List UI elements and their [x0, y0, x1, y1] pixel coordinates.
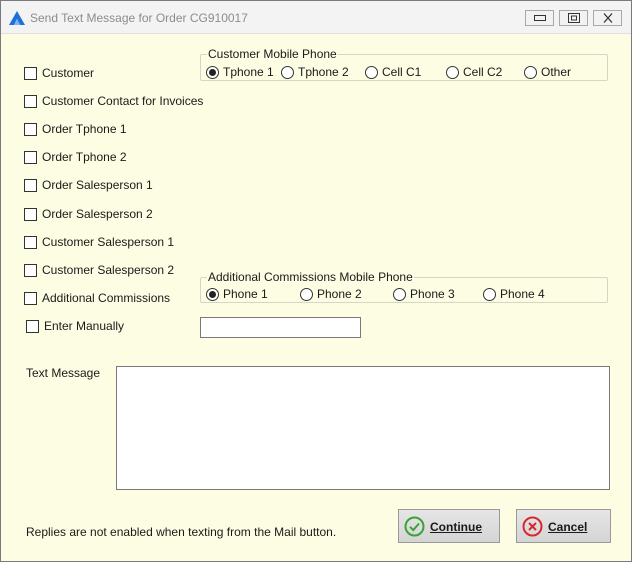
close-window-button[interactable]: [593, 10, 622, 26]
radio-label: Tphone 1: [223, 65, 274, 79]
radio-label: Phone 2: [317, 287, 362, 301]
continue-label: Continue: [430, 520, 482, 534]
restore-button[interactable]: [559, 10, 588, 26]
checkbox-box[interactable]: [24, 207, 37, 221]
radio-button[interactable]: [524, 65, 537, 79]
checkbox-order-tphone-1[interactable]: Order Tphone 1: [24, 121, 127, 137]
checkbox-box[interactable]: [24, 150, 37, 164]
commissions-mobile-phone-group: Additional Commissions Mobile Phone Phon…: [200, 270, 608, 303]
send-text-dialog: Send Text Message for Order CG910017 Cus…: [0, 0, 632, 562]
radio-cell-c2[interactable]: Cell C2: [446, 64, 502, 80]
radio-button[interactable]: [206, 287, 219, 301]
radio-phone-1[interactable]: Phone 1: [206, 286, 268, 302]
radio-phone-4[interactable]: Phone 4: [483, 286, 545, 302]
checkbox-box[interactable]: [24, 235, 37, 249]
checkbox-box[interactable]: [24, 291, 37, 305]
window-title: Send Text Message for Order CG910017: [30, 11, 248, 25]
checkbox-order-salesperson-2[interactable]: Order Salesperson 2: [24, 206, 153, 222]
cancel-label: Cancel: [548, 520, 588, 534]
title-bar[interactable]: Send Text Message for Order CG910017: [1, 1, 631, 34]
manual-phone-input[interactable]: [200, 317, 361, 338]
radio-button[interactable]: [281, 65, 294, 79]
check-circle-icon: [404, 516, 425, 537]
radio-label: Phone 3: [410, 287, 455, 301]
checkbox-label: Customer Contact for Invoices: [42, 94, 204, 108]
radio-label: Tphone 2: [298, 65, 349, 79]
continue-button[interactable]: Continue: [398, 509, 500, 543]
radio-button[interactable]: [393, 287, 406, 301]
radio-label: Cell C2: [463, 65, 503, 79]
radio-other[interactable]: Other: [524, 64, 571, 80]
checkbox-label: Order Salesperson 1: [42, 178, 153, 192]
checkbox-label: Enter Manually: [44, 319, 125, 333]
checkbox-customer-contact-invoices[interactable]: Customer Contact for Invoices: [24, 93, 203, 109]
radio-label: Other: [541, 65, 572, 79]
group-legend: Additional Commissions Mobile Phone: [207, 270, 414, 284]
group-legend: Customer Mobile Phone: [207, 47, 338, 61]
checkbox-label: Order Tphone 2: [42, 150, 127, 164]
radio-label: Phone 4: [500, 287, 545, 301]
radio-button[interactable]: [206, 65, 219, 79]
checkbox-box[interactable]: [24, 122, 37, 136]
checkbox-customer-salesperson-1[interactable]: Customer Salesperson 1: [24, 234, 174, 250]
checkbox-customer-salesperson-2[interactable]: Customer Salesperson 2: [24, 262, 174, 278]
radio-label: Cell C1: [382, 65, 422, 79]
checkbox-label: Customer Salesperson 1: [42, 235, 175, 249]
text-message-label: Text Message: [26, 366, 101, 380]
radio-button[interactable]: [300, 287, 313, 301]
checkbox-label: Order Salesperson 2: [42, 207, 153, 221]
restore-icon: [568, 13, 580, 23]
checkbox-order-tphone-2[interactable]: Order Tphone 2: [24, 149, 127, 165]
checkbox-order-salesperson-1[interactable]: Order Salesperson 1: [24, 177, 153, 193]
minimize-button[interactable]: [525, 10, 554, 26]
checkbox-box[interactable]: [24, 263, 37, 277]
checkbox-label: Order Tphone 1: [42, 122, 127, 136]
close-icon: [603, 13, 613, 23]
radio-tphone-1[interactable]: Tphone 1: [206, 64, 274, 80]
checkbox-label: Customer: [42, 66, 95, 80]
checkbox-customer[interactable]: Customer: [24, 65, 94, 81]
customer-mobile-phone-group: Customer Mobile Phone Tphone 1 Tphone 2 …: [200, 47, 608, 81]
radio-button[interactable]: [483, 287, 496, 301]
minimize-icon: [534, 15, 546, 21]
replies-note: Replies are not enabled when texting fro…: [26, 525, 337, 539]
checkbox-box[interactable]: [24, 178, 37, 192]
radio-phone-2[interactable]: Phone 2: [300, 286, 362, 302]
radio-phone-3[interactable]: Phone 3: [393, 286, 455, 302]
checkbox-label: Customer Salesperson 2: [42, 263, 175, 277]
app-logo-icon: [9, 11, 25, 25]
radio-tphone-2[interactable]: Tphone 2: [281, 64, 349, 80]
checkbox-box[interactable]: [24, 94, 37, 108]
radio-button[interactable]: [365, 65, 378, 79]
cancel-button[interactable]: Cancel: [516, 509, 611, 543]
cancel-circle-icon: [522, 516, 543, 537]
checkbox-box[interactable]: [26, 319, 39, 333]
text-message-area[interactable]: [116, 366, 610, 490]
checkbox-label: Additional Commissions: [42, 291, 171, 305]
checkbox-box[interactable]: [24, 66, 37, 80]
radio-cell-c1[interactable]: Cell C1: [365, 64, 421, 80]
checkbox-enter-manually[interactable]: Enter Manually: [26, 318, 124, 334]
checkbox-additional-commissions[interactable]: Additional Commissions: [24, 290, 170, 306]
radio-label: Phone 1: [223, 287, 268, 301]
radio-button[interactable]: [446, 65, 459, 79]
